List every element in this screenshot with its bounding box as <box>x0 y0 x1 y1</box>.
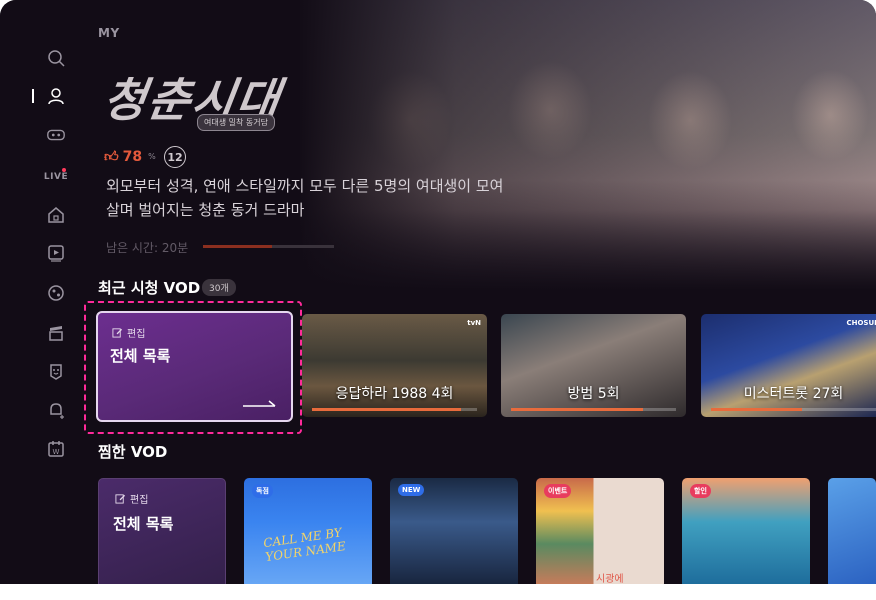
age-rating-badge: 12 <box>164 146 186 168</box>
vod-progress-bar <box>511 408 676 411</box>
channel-logo: tvN <box>467 319 481 327</box>
vod-title: 방범 5회 <box>567 386 620 402</box>
remaining-time: 남은 시간: 20분 <box>106 241 189 255</box>
show-description: 외모부터 성격, 연애 스타일까지 모두 다른 5명의 여대생이 모여 살며 벌… <box>106 177 504 219</box>
search-icon[interactable] <box>40 47 72 69</box>
nav-live[interactable]: LIVE <box>40 166 72 188</box>
thumbs-up-icon: 👍︎ <box>104 149 119 165</box>
poster-badge: 할인 <box>690 484 711 498</box>
poster-card[interactable]: 독점 CALL ME BY YOUR NAME <box>244 478 372 584</box>
edit-label: 편집 <box>130 495 149 506</box>
clapper-icon[interactable] <box>40 322 72 344</box>
poster-badge: NEW <box>398 484 425 496</box>
vod-title: 미스터트롯 27회 <box>743 386 844 402</box>
person-icon[interactable] <box>40 85 72 107</box>
poster-title: CALL ME BY YOUR NAME <box>262 525 347 565</box>
active-indicator <box>32 89 34 103</box>
vod-progress-bar <box>711 408 876 411</box>
vod-card[interactable]: CHOSUN 미스터트롯 27회 <box>701 314 876 417</box>
poster-badge: 독점 <box>252 484 273 498</box>
kids-icon[interactable] <box>40 360 72 382</box>
ball-icon[interactable] <box>40 282 72 304</box>
vod-title: 응답하라 1988 4회 <box>335 386 454 402</box>
edit-icon <box>115 494 126 504</box>
rating-unit: % <box>148 152 156 161</box>
recent-edit-card[interactable]: 편집 전체 목록 <box>96 311 293 422</box>
section-label: MY <box>98 26 120 40</box>
live-indicator-dot <box>62 168 66 172</box>
edit-card-title: 전체 목록 <box>110 347 171 365</box>
bell-icon[interactable] <box>40 399 72 421</box>
remaining-progress-bar <box>203 245 334 248</box>
home-icon[interactable] <box>40 204 72 226</box>
recent-count-badge: 30개 <box>202 279 236 296</box>
favorite-edit-card[interactable]: 편집 전체 목록 <box>98 478 226 584</box>
rating-value: 78 <box>122 148 143 165</box>
arrow-right-icon <box>243 400 276 407</box>
poster-card[interactable]: 이벤트 시광에 <box>536 478 664 584</box>
play-icon[interactable] <box>40 242 72 264</box>
vod-card[interactable]: tvN 응답하라 1988 4회 <box>302 314 487 417</box>
show-subtitle: 여대생 밀착 동거담 <box>197 114 275 131</box>
edit-card-title: 전체 목록 <box>113 515 174 533</box>
poster-title: 시광에 <box>596 574 624 584</box>
sidebar: LIVE W <box>0 0 84 584</box>
edit-icon <box>112 328 123 338</box>
favorite-vod-title: 찜한 VOD <box>98 443 168 461</box>
edit-label: 편집 <box>127 329 146 340</box>
app-screen: LIVE W MY 청춘시대 여대생 밀착 동거담 👍︎ 78% 12 외모부터… <box>0 0 876 584</box>
poster-badge: 이벤트 <box>544 484 572 498</box>
poster-card[interactable] <box>828 478 876 584</box>
recent-vod-title: 최근 시청 VOD <box>98 279 201 297</box>
rating: 👍︎ 78% <box>104 148 156 166</box>
poster-card[interactable]: 할인 <box>682 478 810 584</box>
poster-card[interactable]: NEW <box>390 478 518 584</box>
svg-text:W: W <box>53 448 60 456</box>
channel-logo: CHOSUN <box>846 319 876 327</box>
ticket-icon[interactable] <box>40 124 72 146</box>
vod-card[interactable]: 방범 5회 <box>501 314 686 417</box>
vod-progress-bar <box>312 408 477 411</box>
calendar-icon[interactable]: W <box>40 438 72 460</box>
